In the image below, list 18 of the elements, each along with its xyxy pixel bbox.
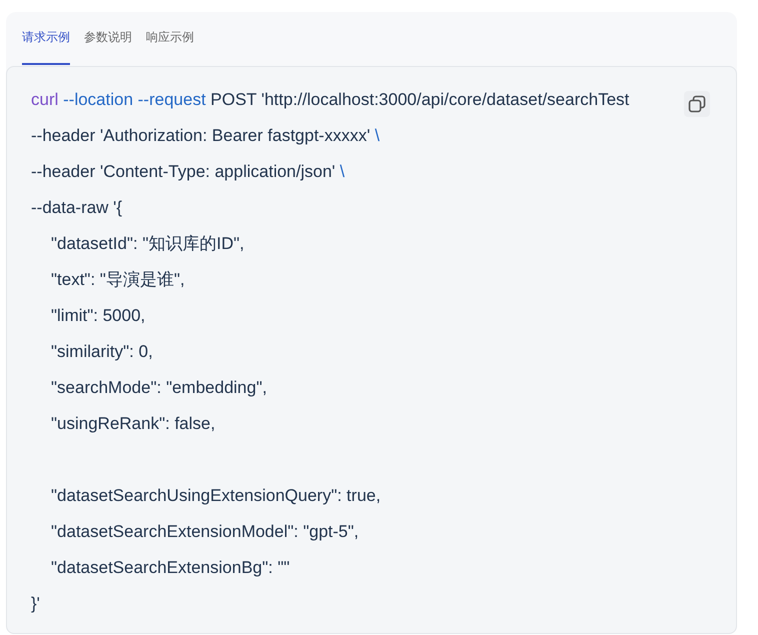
tab[interactable]: 响应示例 [146, 12, 194, 65]
code-line: "text": "导演是谁", [51, 269, 185, 291]
code-line: }' [31, 593, 40, 615]
code-line: "limit": 5000, [51, 305, 146, 327]
code-line: "similarity": 0, [51, 341, 153, 363]
code-line: "datasetId": "知识库的ID", [51, 233, 244, 255]
code-line: --header 'Authorization: Bearer fastgpt-xxxxx' \ [31, 125, 380, 147]
code-line: --data-raw '{ [31, 197, 122, 219]
code-line: "datasetSearchExtensionModel": "gpt-5", [51, 521, 359, 543]
code-line: "datasetSearchExtensionBg": "" [51, 557, 290, 579]
tab[interactable]: 参数说明 [84, 12, 132, 65]
copy-icon [688, 95, 706, 113]
code-line: "searchMode": "embedding", [51, 377, 267, 399]
code-line: --header 'Content-Type: application/json' \ [31, 161, 345, 183]
code-line: curl --location --request POST 'http://localhost:3000/api/core/dataset/searchTest [31, 89, 630, 111]
code-line: "usingReRank": false, [51, 413, 216, 435]
copy-button[interactable] [684, 91, 710, 117]
code-line: "datasetSearchUsingExtensionQuery": true, [51, 485, 381, 507]
